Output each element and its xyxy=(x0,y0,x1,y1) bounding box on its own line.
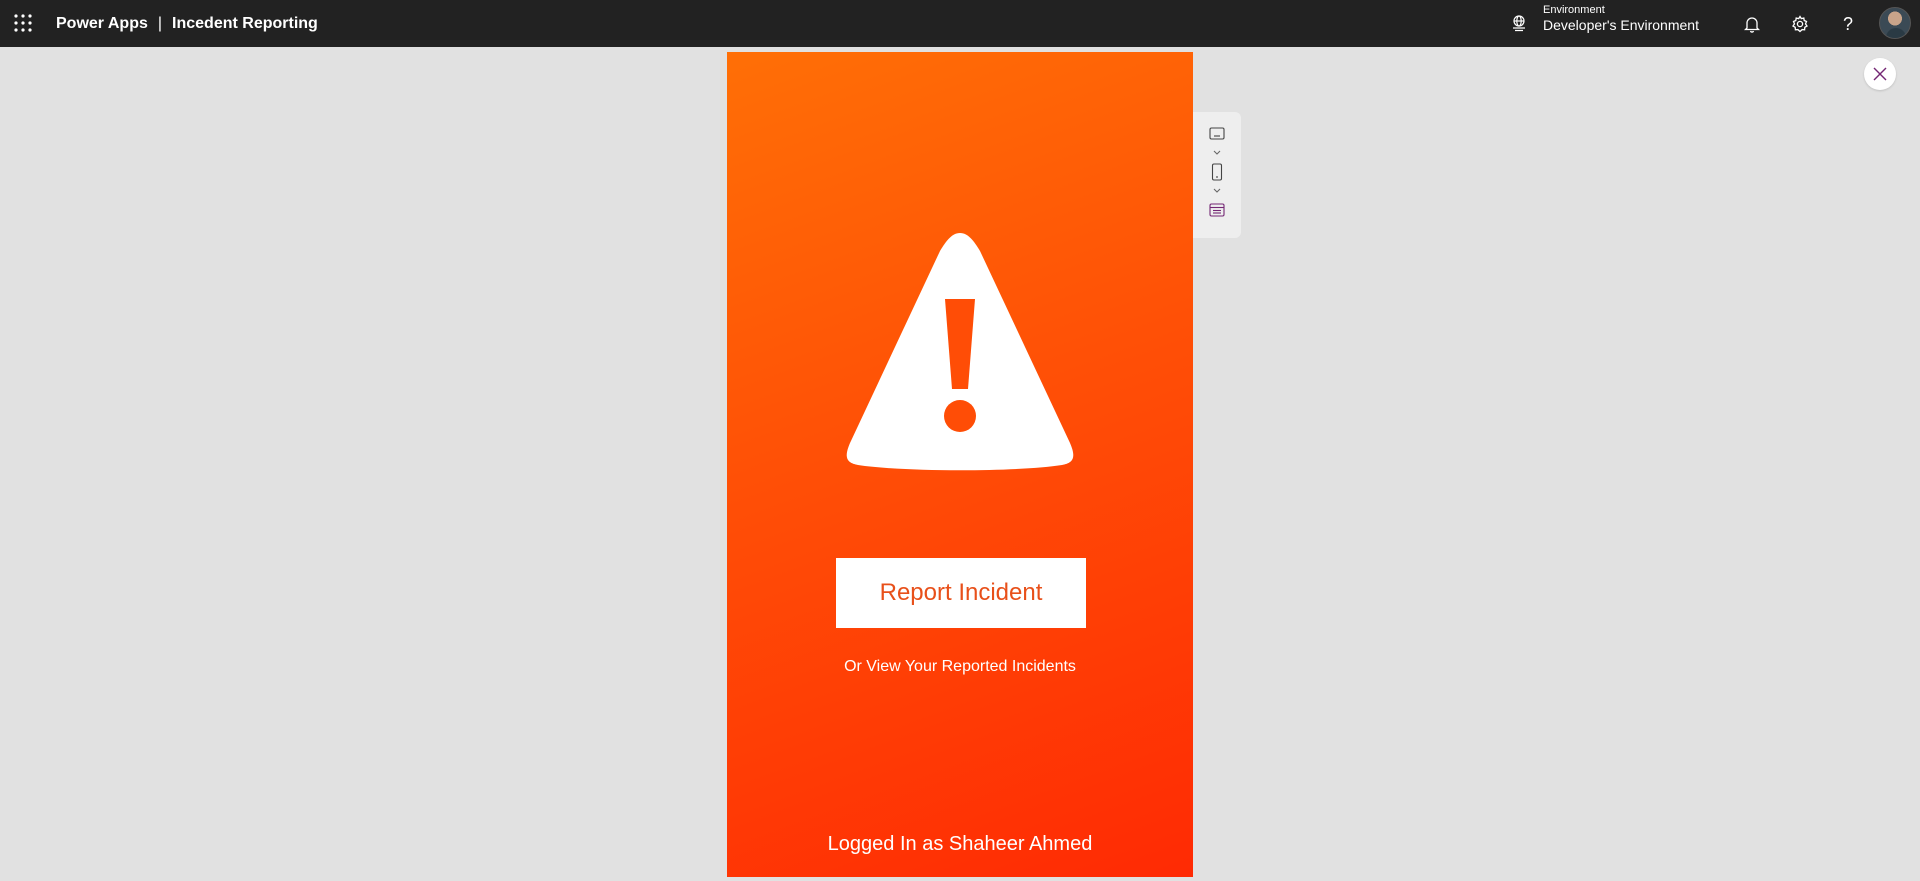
phone-icon[interactable] xyxy=(1207,162,1227,182)
bell-icon[interactable] xyxy=(1736,8,1768,40)
gear-icon[interactable] xyxy=(1784,8,1816,40)
view-reported-incidents-link[interactable]: Or View Your Reported Incidents xyxy=(727,658,1193,676)
help-icon[interactable]: ? xyxy=(1832,8,1864,40)
chevron-down-icon[interactable] xyxy=(1211,183,1223,193)
breadcrumb-separator: | xyxy=(157,14,163,32)
chevron-down-icon[interactable] xyxy=(1211,145,1223,155)
keyboard-icon[interactable] xyxy=(1207,124,1227,144)
app-canvas: Report Incident Or View Your Reported In… xyxy=(727,52,1193,877)
environment-icon xyxy=(1510,14,1528,32)
environment-value: Developer's Environment xyxy=(1543,17,1699,34)
avatar[interactable] xyxy=(1879,7,1911,39)
help-glyph: ? xyxy=(1842,13,1853,34)
product-name[interactable]: Power Apps xyxy=(56,15,148,33)
app-breadcrumb: Power Apps | Incedent Reporting xyxy=(56,0,318,47)
logged-in-label: Logged In as Shaheer Ahmed xyxy=(827,833,1093,855)
top-bar: Power Apps | Incedent Reporting Environm… xyxy=(0,0,1920,47)
app-title: Incedent Reporting xyxy=(172,14,318,32)
close-icon[interactable] xyxy=(1864,58,1896,90)
preview-toolbar xyxy=(1193,112,1241,238)
environment-label: Environment xyxy=(1543,4,1605,16)
environment-picker[interactable]: Environment Developer's Environment xyxy=(1543,4,1699,34)
report-incident-button[interactable]: Report Incident xyxy=(836,558,1086,628)
screen-icon[interactable] xyxy=(1207,200,1227,220)
warning-icon xyxy=(844,229,1076,503)
waffle-icon[interactable] xyxy=(14,14,32,32)
